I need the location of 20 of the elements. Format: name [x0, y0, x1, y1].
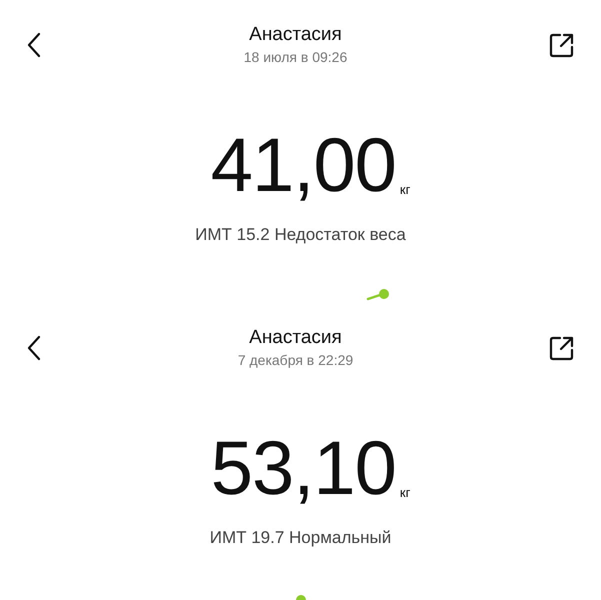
back-icon: [26, 32, 42, 58]
measurement-date: 18 июля в 09:26: [244, 49, 348, 65]
back-icon: [26, 334, 42, 360]
share-button[interactable]: [549, 334, 575, 360]
profile-name: Анастасия: [249, 327, 342, 349]
weight-unit: кг: [400, 182, 410, 197]
weight-value: 41,00: [210, 129, 396, 203]
weight-value: 53,10: [210, 432, 396, 506]
bmi-status: ИМТ 15.2 Недостаток веса: [195, 225, 406, 245]
chart-point-icon: [294, 594, 306, 600]
share-icon: [549, 334, 575, 360]
measurement-date: 7 декабря в 22:29: [238, 352, 354, 368]
weight-unit: кг: [400, 485, 410, 500]
bmi-status: ИМТ 19.7 Нормальный: [210, 528, 392, 548]
share-icon: [548, 32, 575, 58]
share-button[interactable]: [548, 32, 575, 58]
back-button[interactable]: [26, 32, 42, 58]
chart-point-icon: [366, 289, 390, 301]
profile-name: Анастасия: [249, 24, 342, 46]
back-button[interactable]: [26, 334, 42, 360]
